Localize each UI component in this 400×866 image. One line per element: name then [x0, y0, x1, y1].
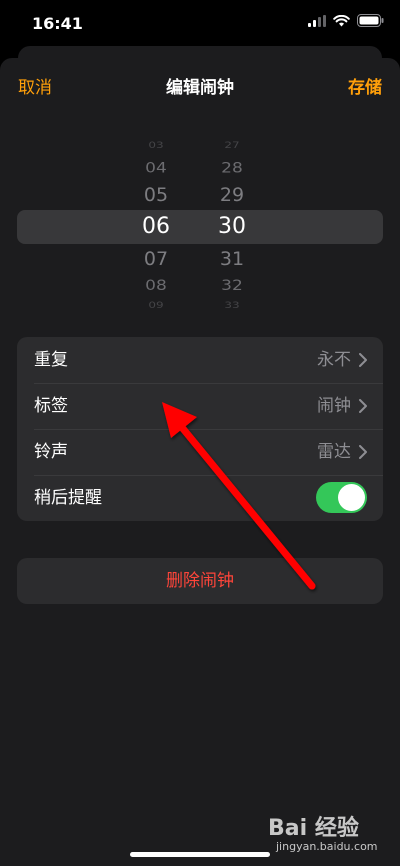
repeat-label: 重复	[34, 350, 68, 370]
wifi-icon	[333, 14, 350, 26]
picker-number: 09	[148, 300, 164, 310]
status-time: 16:41	[32, 14, 83, 33]
watermark: Bai 经验 jingyan.baidu.com	[268, 810, 388, 858]
tag-value: 闹钟	[317, 396, 351, 416]
status-icons	[308, 14, 384, 27]
minute-wheel[interactable]: 27 28 29 30 31 32 33	[202, 132, 262, 318]
watermark-url: jingyan.baidu.com	[276, 840, 378, 853]
home-indicator[interactable]	[130, 852, 270, 857]
picker-selection-band	[17, 210, 383, 244]
alarm-settings-list: 重复 永不 标签 闹钟 铃声 雷达 稍后提醒	[17, 337, 383, 521]
picker-number: 04	[145, 159, 167, 177]
snooze-label: 稍后提醒	[34, 488, 102, 508]
picker-number: 29	[219, 184, 245, 206]
hour-wheel[interactable]: 03 04 05 06 07 08 09	[126, 132, 186, 318]
delete-alarm-button[interactable]: 删除闹钟	[17, 558, 383, 604]
repeat-value: 永不	[317, 350, 351, 370]
tag-label: 标签	[34, 396, 68, 416]
picker-number: 07	[143, 248, 169, 270]
cancel-button[interactable]: 取消	[18, 78, 52, 98]
status-bar: 16:41	[0, 0, 400, 48]
picker-number: 05	[143, 184, 169, 206]
chevron-right-icon	[359, 445, 367, 459]
battery-icon	[357, 14, 384, 27]
hour-selected: 06	[142, 214, 170, 239]
cellular-signal-icon	[308, 14, 326, 27]
chevron-right-icon	[359, 353, 367, 367]
sound-row[interactable]: 铃声 雷达	[17, 429, 383, 475]
page-title: 编辑闹钟	[166, 78, 234, 98]
picker-number: 31	[219, 248, 245, 270]
picker-number: 33	[224, 300, 240, 310]
picker-number: 27	[224, 140, 240, 150]
toggle-knob	[338, 484, 365, 511]
repeat-row[interactable]: 重复 永不	[17, 337, 383, 383]
watermark-logo: Bai 经验	[268, 816, 359, 841]
picker-number: 28	[221, 159, 243, 177]
sound-label: 铃声	[34, 442, 68, 462]
snooze-row: 稍后提醒	[17, 475, 383, 521]
picker-number: 08	[145, 277, 167, 295]
sound-value: 雷达	[317, 442, 351, 462]
picker-number: 03	[148, 140, 164, 150]
save-button[interactable]: 存储	[348, 78, 382, 98]
picker-number: 32	[221, 277, 243, 295]
snooze-toggle[interactable]	[316, 482, 367, 513]
chevron-right-icon	[359, 399, 367, 413]
tag-row[interactable]: 标签 闹钟	[17, 383, 383, 429]
edit-alarm-sheet: 取消 编辑闹钟 存储 03 04 05 06 07 08 09 27 28 29…	[0, 58, 400, 866]
minute-selected: 30	[218, 214, 246, 239]
time-picker[interactable]: 03 04 05 06 07 08 09 27 28 29 30 31 32 3…	[0, 132, 400, 318]
